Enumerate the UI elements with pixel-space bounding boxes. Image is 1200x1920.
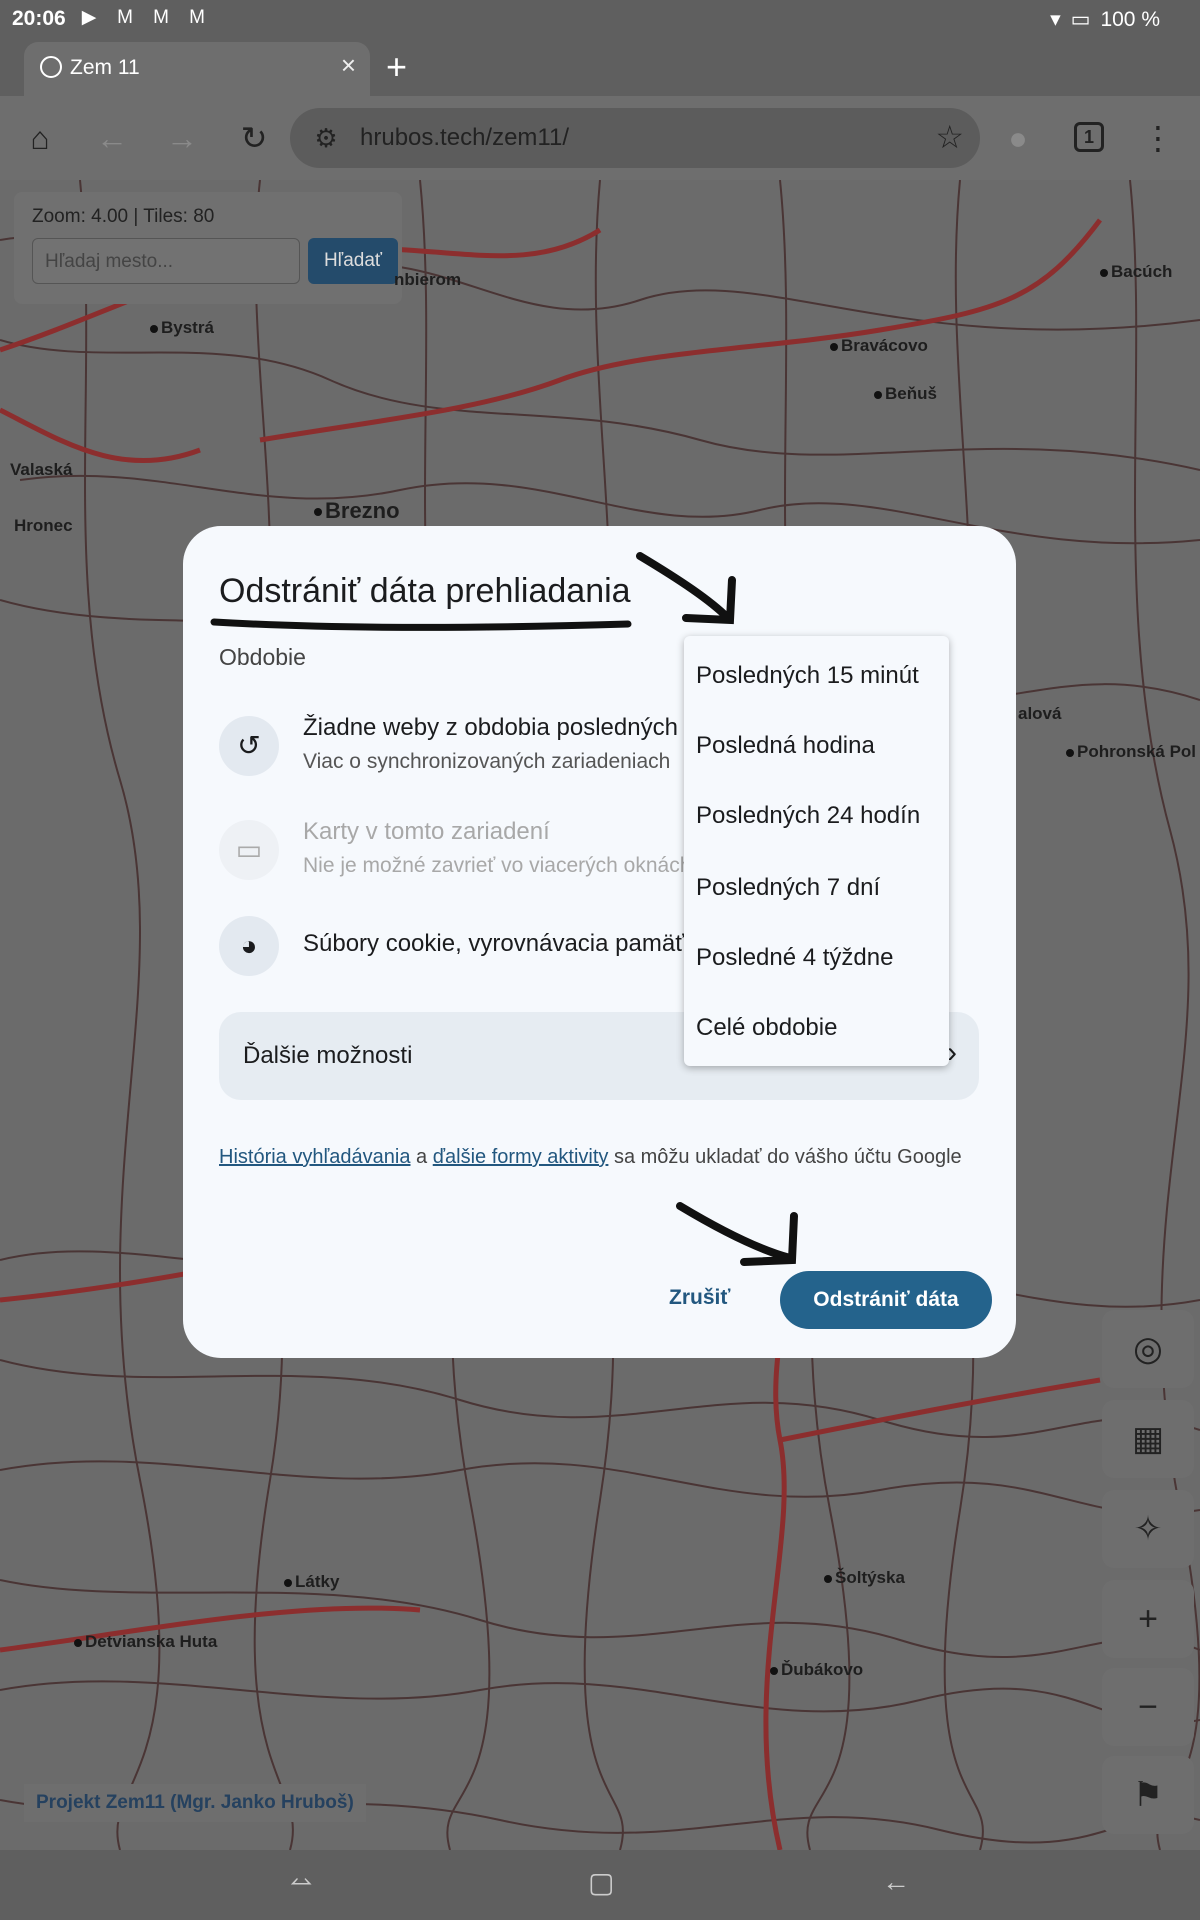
search-history-link[interactable]: História vyhľadávania <box>219 1146 410 1168</box>
menu-item[interactable]: Posledných 15 minút <box>696 662 919 690</box>
history-option-subtitle: Viac o synchronizovaných zariadeniach <box>303 750 671 773</box>
cancel-button[interactable]: Zrušiť <box>669 1286 730 1310</box>
history-option-title: Žiadne weby z obdobia posledných <box>303 714 678 741</box>
tab-strip: Zem 11 × + <box>0 38 1200 96</box>
home-icon[interactable]: ⌂ <box>16 114 64 162</box>
wifi-icon: ▾ <box>1050 8 1061 31</box>
tabs-option-subtitle: Nie je možné zavrieť vo viacerých oknách <box>303 854 692 877</box>
forward-icon[interactable]: → <box>158 114 206 162</box>
cookies-option-title: Súbory cookie, vyrovnávacia pamäť <box>303 930 685 957</box>
status-bar: 20:06 ▶ M M M ▾ ▭ 100 % <box>0 0 1200 38</box>
menu-item[interactable]: Celé obdobie <box>696 1014 837 1042</box>
zoom-info: Zoom: 4.00 | Tiles: 80 <box>32 206 215 227</box>
road-view-icon[interactable]: ▦ <box>1102 1400 1194 1478</box>
gmail-icon: M <box>189 7 205 28</box>
battery-icon: ▭ <box>1070 8 1091 31</box>
gmail-icon: M <box>153 7 169 28</box>
tab-title: Zem 11 <box>70 56 140 79</box>
other-activity-link[interactable]: ďalšie formy aktivity <box>433 1146 609 1168</box>
history-icon: ↺ <box>219 716 279 776</box>
menu-item[interactable]: Posledných 24 hodín <box>696 802 920 830</box>
battery-level: 100 % <box>1100 7 1160 31</box>
period-dropdown-menu: Posledných 15 minút Posledná hodina Posl… <box>684 636 949 1066</box>
new-tab-icon[interactable]: + <box>386 46 407 88</box>
browser-toolbar: ⌂ ← → ↻ ⚙ hrubos.tech/zem11/ ☆ ● 1 ⋮ <box>0 96 1200 180</box>
back-nav-icon[interactable]: ← <box>882 1866 910 1898</box>
map-label: Šoltýska <box>824 1568 905 1588</box>
map-label: alová <box>1018 704 1062 723</box>
map-label: Hronec <box>14 516 73 535</box>
menu-item[interactable]: Posledné 4 týždne <box>696 944 893 972</box>
gmail-icon: M <box>117 7 133 28</box>
recents-icon[interactable]: ⥎ <box>290 1866 312 1899</box>
target-icon[interactable]: ◎ <box>1102 1310 1194 1388</box>
reload-icon[interactable]: ↻ <box>230 114 278 162</box>
clock: 20:06 <box>12 7 66 30</box>
site-settings-icon[interactable]: ⚙ <box>308 120 344 156</box>
map-label: Pohronská Pol <box>1066 742 1196 762</box>
menu-item[interactable]: Posledná hodina <box>696 732 875 760</box>
youtube-icon: ▶ <box>81 7 97 28</box>
close-tab-icon[interactable]: × <box>341 50 356 81</box>
dialog-title: Odstrániť dáta prehliadania <box>219 572 631 610</box>
search-button[interactable]: Hľadať <box>308 238 398 284</box>
compass-icon[interactable]: ✧ <box>1102 1490 1194 1568</box>
map-label: Látky <box>284 1572 339 1592</box>
note-rest: sa môžu ukladať do vášho účtu Google <box>608 1146 962 1168</box>
system-nav-bar: ⥎ ▢ ← <box>0 1850 1200 1920</box>
bookmark-star-icon[interactable]: ☆ <box>935 118 964 156</box>
map-label: Bacúch <box>1100 262 1172 282</box>
more-options-label: Ďalšie možnosti <box>243 1042 413 1069</box>
browser-tab[interactable]: Zem 11 × <box>24 42 370 96</box>
tabs-option-title: Karty v tomto zariadení <box>303 818 550 845</box>
map-label: Bravácovo <box>830 336 928 356</box>
address-bar[interactable]: ⚙ hrubos.tech/zem11/ ☆ <box>290 108 980 168</box>
map-search-panel: Zoom: 4.00 | Tiles: 80 Hľadaj mesto... H… <box>14 192 402 304</box>
delete-data-button[interactable]: Odstrániť dáta <box>780 1271 992 1329</box>
zoom-in-button[interactable]: + <box>1102 1580 1194 1658</box>
map-label: Valaská <box>10 460 73 479</box>
cookie-icon: ◕ <box>219 916 279 976</box>
period-label: Obdobie <box>219 644 306 670</box>
tab-switcher-button[interactable]: 1 <box>1074 122 1104 152</box>
back-icon[interactable]: ← <box>88 114 136 162</box>
home-nav-icon[interactable]: ▢ <box>588 1866 614 1899</box>
account-note: História vyhľadávania a ďalšie formy akt… <box>219 1142 979 1173</box>
note-and: a <box>410 1146 433 1168</box>
slovak-flag-icon[interactable]: ⚑ <box>1102 1756 1194 1834</box>
map-label: Brezno <box>314 498 400 524</box>
globe-icon <box>40 56 62 78</box>
map-label: Detvianska Huta <box>74 1632 217 1652</box>
url-text: hrubos.tech/zem11/ <box>360 124 570 151</box>
map-label: Bystrá <box>150 318 214 338</box>
map-label: Ďubákovo <box>770 1660 863 1680</box>
tab-icon: ▭ <box>219 820 279 880</box>
project-credit[interactable]: Projekt Zem11 (Mgr. Janko Hruboš) <box>24 1784 366 1822</box>
menu-item[interactable]: Posledných 7 dní <box>696 874 880 902</box>
zoom-out-button[interactable]: − <box>1102 1668 1194 1746</box>
map-label: nbierom <box>394 270 462 289</box>
map-label: Beňuš <box>874 384 937 404</box>
city-search-input[interactable]: Hľadaj mesto... <box>32 238 300 284</box>
menu-icon[interactable]: ⋮ <box>1134 114 1182 162</box>
microphone-icon[interactable]: ● <box>994 114 1042 162</box>
